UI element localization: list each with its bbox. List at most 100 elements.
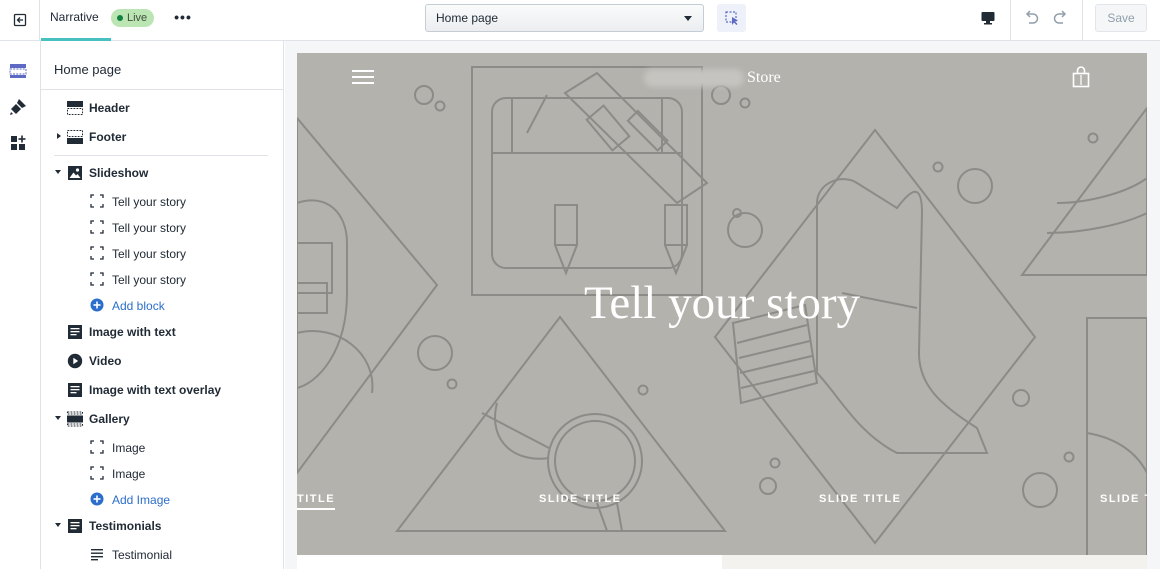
inspector-button[interactable]: [717, 4, 746, 32]
exit-editor-button[interactable]: [0, 0, 40, 40]
section-label: Header: [89, 101, 130, 115]
image-icon: [66, 164, 84, 182]
exit-icon: [13, 13, 26, 27]
section-label: Slideshow: [89, 166, 149, 180]
sidebar-title: Home page: [54, 62, 122, 77]
save-button[interactable]: Save: [1095, 4, 1147, 32]
slide-tab[interactable]: TITLE: [297, 493, 336, 510]
chevron-down-icon: [684, 16, 692, 21]
text-lines-icon: [89, 546, 105, 562]
editor-nav-rail: [0, 41, 41, 569]
redo-button[interactable]: [1049, 6, 1073, 30]
theme-settings-nav-button[interactable]: [5, 94, 31, 120]
plus-circle-icon: [89, 491, 105, 507]
slide-tab[interactable]: SLIDE TITLE: [819, 493, 902, 505]
chevron-down-icon[interactable]: [55, 523, 61, 527]
section-label: Image with text overlay: [89, 383, 222, 397]
theme-name: Narrative: [50, 10, 99, 24]
page-selector-value: Home page: [436, 11, 499, 25]
slide-heading: Tell your story: [583, 277, 861, 329]
select-cursor-icon: [724, 11, 738, 25]
text-block-icon: [66, 323, 84, 341]
section-video[interactable]: Video: [41, 350, 283, 372]
section-label: Testimonials: [89, 519, 162, 533]
slideshow-block[interactable]: Tell your story: [41, 190, 283, 212]
add-block-label: Add block: [112, 299, 165, 313]
desktop-icon: [981, 12, 995, 25]
testimonial-block[interactable]: Testimonial: [41, 543, 283, 565]
live-dot-icon: [117, 15, 123, 21]
block-icon: [89, 219, 105, 235]
add-image-button[interactable]: Add Image: [41, 488, 283, 510]
chevron-down-icon[interactable]: [55, 416, 61, 420]
section-footer[interactable]: Footer: [41, 126, 283, 148]
block-label: Tell your story: [112, 221, 187, 235]
section-slideshow[interactable]: Slideshow: [41, 162, 283, 184]
divider: [54, 155, 268, 156]
text-block-icon: [66, 381, 84, 399]
hamburger-menu-icon[interactable]: [352, 68, 374, 86]
section-label: Image with text: [89, 325, 176, 339]
section-header[interactable]: Header: [41, 97, 283, 119]
gallery-block[interactable]: Image: [41, 436, 283, 458]
apps-nav-button[interactable]: [5, 130, 31, 156]
slide-tab[interactable]: SLIDE TITLE: [539, 493, 622, 505]
store-preview[interactable]: Store Tell your story TITLE SLIDE TITLE …: [297, 53, 1147, 569]
block-label: Tell your story: [112, 195, 187, 209]
section-label: Gallery: [89, 412, 130, 426]
slideshow-block[interactable]: Tell your story: [41, 216, 283, 238]
gallery-icon: [66, 410, 84, 428]
theme-name-area: Narrative: [41, 0, 111, 41]
apps-icon: [11, 135, 26, 150]
section-label: Footer: [89, 130, 127, 144]
live-status-badge: Live: [111, 9, 155, 27]
toolbar-divider: [1010, 0, 1011, 40]
block-label: Image: [112, 467, 146, 481]
live-label: Live: [127, 12, 148, 24]
block-label: Testimonial: [112, 548, 173, 562]
more-actions-button[interactable]: •••: [171, 5, 195, 29]
page-selector[interactable]: Home page: [425, 4, 704, 32]
block-label: Tell your story: [112, 273, 187, 287]
device-preview-button[interactable]: [975, 5, 1001, 31]
plus-circle-icon: [89, 297, 105, 313]
undo-button[interactable]: [1019, 6, 1043, 30]
block-icon: [89, 271, 105, 287]
section-image-with-text-overlay[interactable]: Image with text overlay: [41, 379, 283, 401]
undo-icon: [1025, 10, 1039, 24]
text-block-icon: [66, 517, 84, 535]
block-label: Image: [112, 441, 146, 455]
slideshow-block[interactable]: Tell your story: [41, 268, 283, 290]
next-section-image: [722, 555, 1147, 569]
add-image-label: Add Image: [112, 493, 171, 507]
gallery-block[interactable]: Image: [41, 462, 283, 484]
store-logo: [644, 69, 744, 87]
sections-nav-button[interactable]: [5, 58, 31, 84]
chevron-right-icon[interactable]: [57, 133, 61, 139]
block-icon: [89, 465, 105, 481]
header-section-icon: [66, 99, 84, 117]
paint-brush-icon: [10, 99, 26, 115]
block-label: Tell your story: [112, 247, 187, 261]
play-icon: [66, 352, 84, 370]
add-block-button[interactable]: Add block: [41, 294, 283, 316]
slideshow-hero[interactable]: Store Tell your story TITLE SLIDE TITLE …: [297, 53, 1147, 555]
block-icon: [89, 193, 105, 209]
section-testimonials[interactable]: Testimonials: [41, 515, 283, 537]
toolbar-divider: [1082, 0, 1083, 40]
footer-section-icon: [66, 128, 84, 146]
slideshow-block[interactable]: Tell your story: [41, 242, 283, 264]
divider: [41, 89, 283, 90]
sections-icon: [9, 64, 27, 78]
section-label: Video: [89, 354, 122, 368]
block-icon: [89, 245, 105, 261]
sections-sidebar: Home page Header Footer Slideshow Tell y…: [41, 41, 284, 569]
top-bar: Narrative Live ••• Home page Save: [0, 0, 1160, 41]
store-name[interactable]: Store: [747, 69, 781, 87]
section-image-with-text[interactable]: Image with text: [41, 321, 283, 343]
shopping-bag-icon[interactable]: [1072, 66, 1090, 88]
section-gallery[interactable]: Gallery: [41, 408, 283, 430]
redo-icon: [1053, 10, 1067, 24]
chevron-down-icon[interactable]: [55, 170, 61, 174]
slide-tab[interactable]: SLIDE T: [1100, 493, 1147, 505]
